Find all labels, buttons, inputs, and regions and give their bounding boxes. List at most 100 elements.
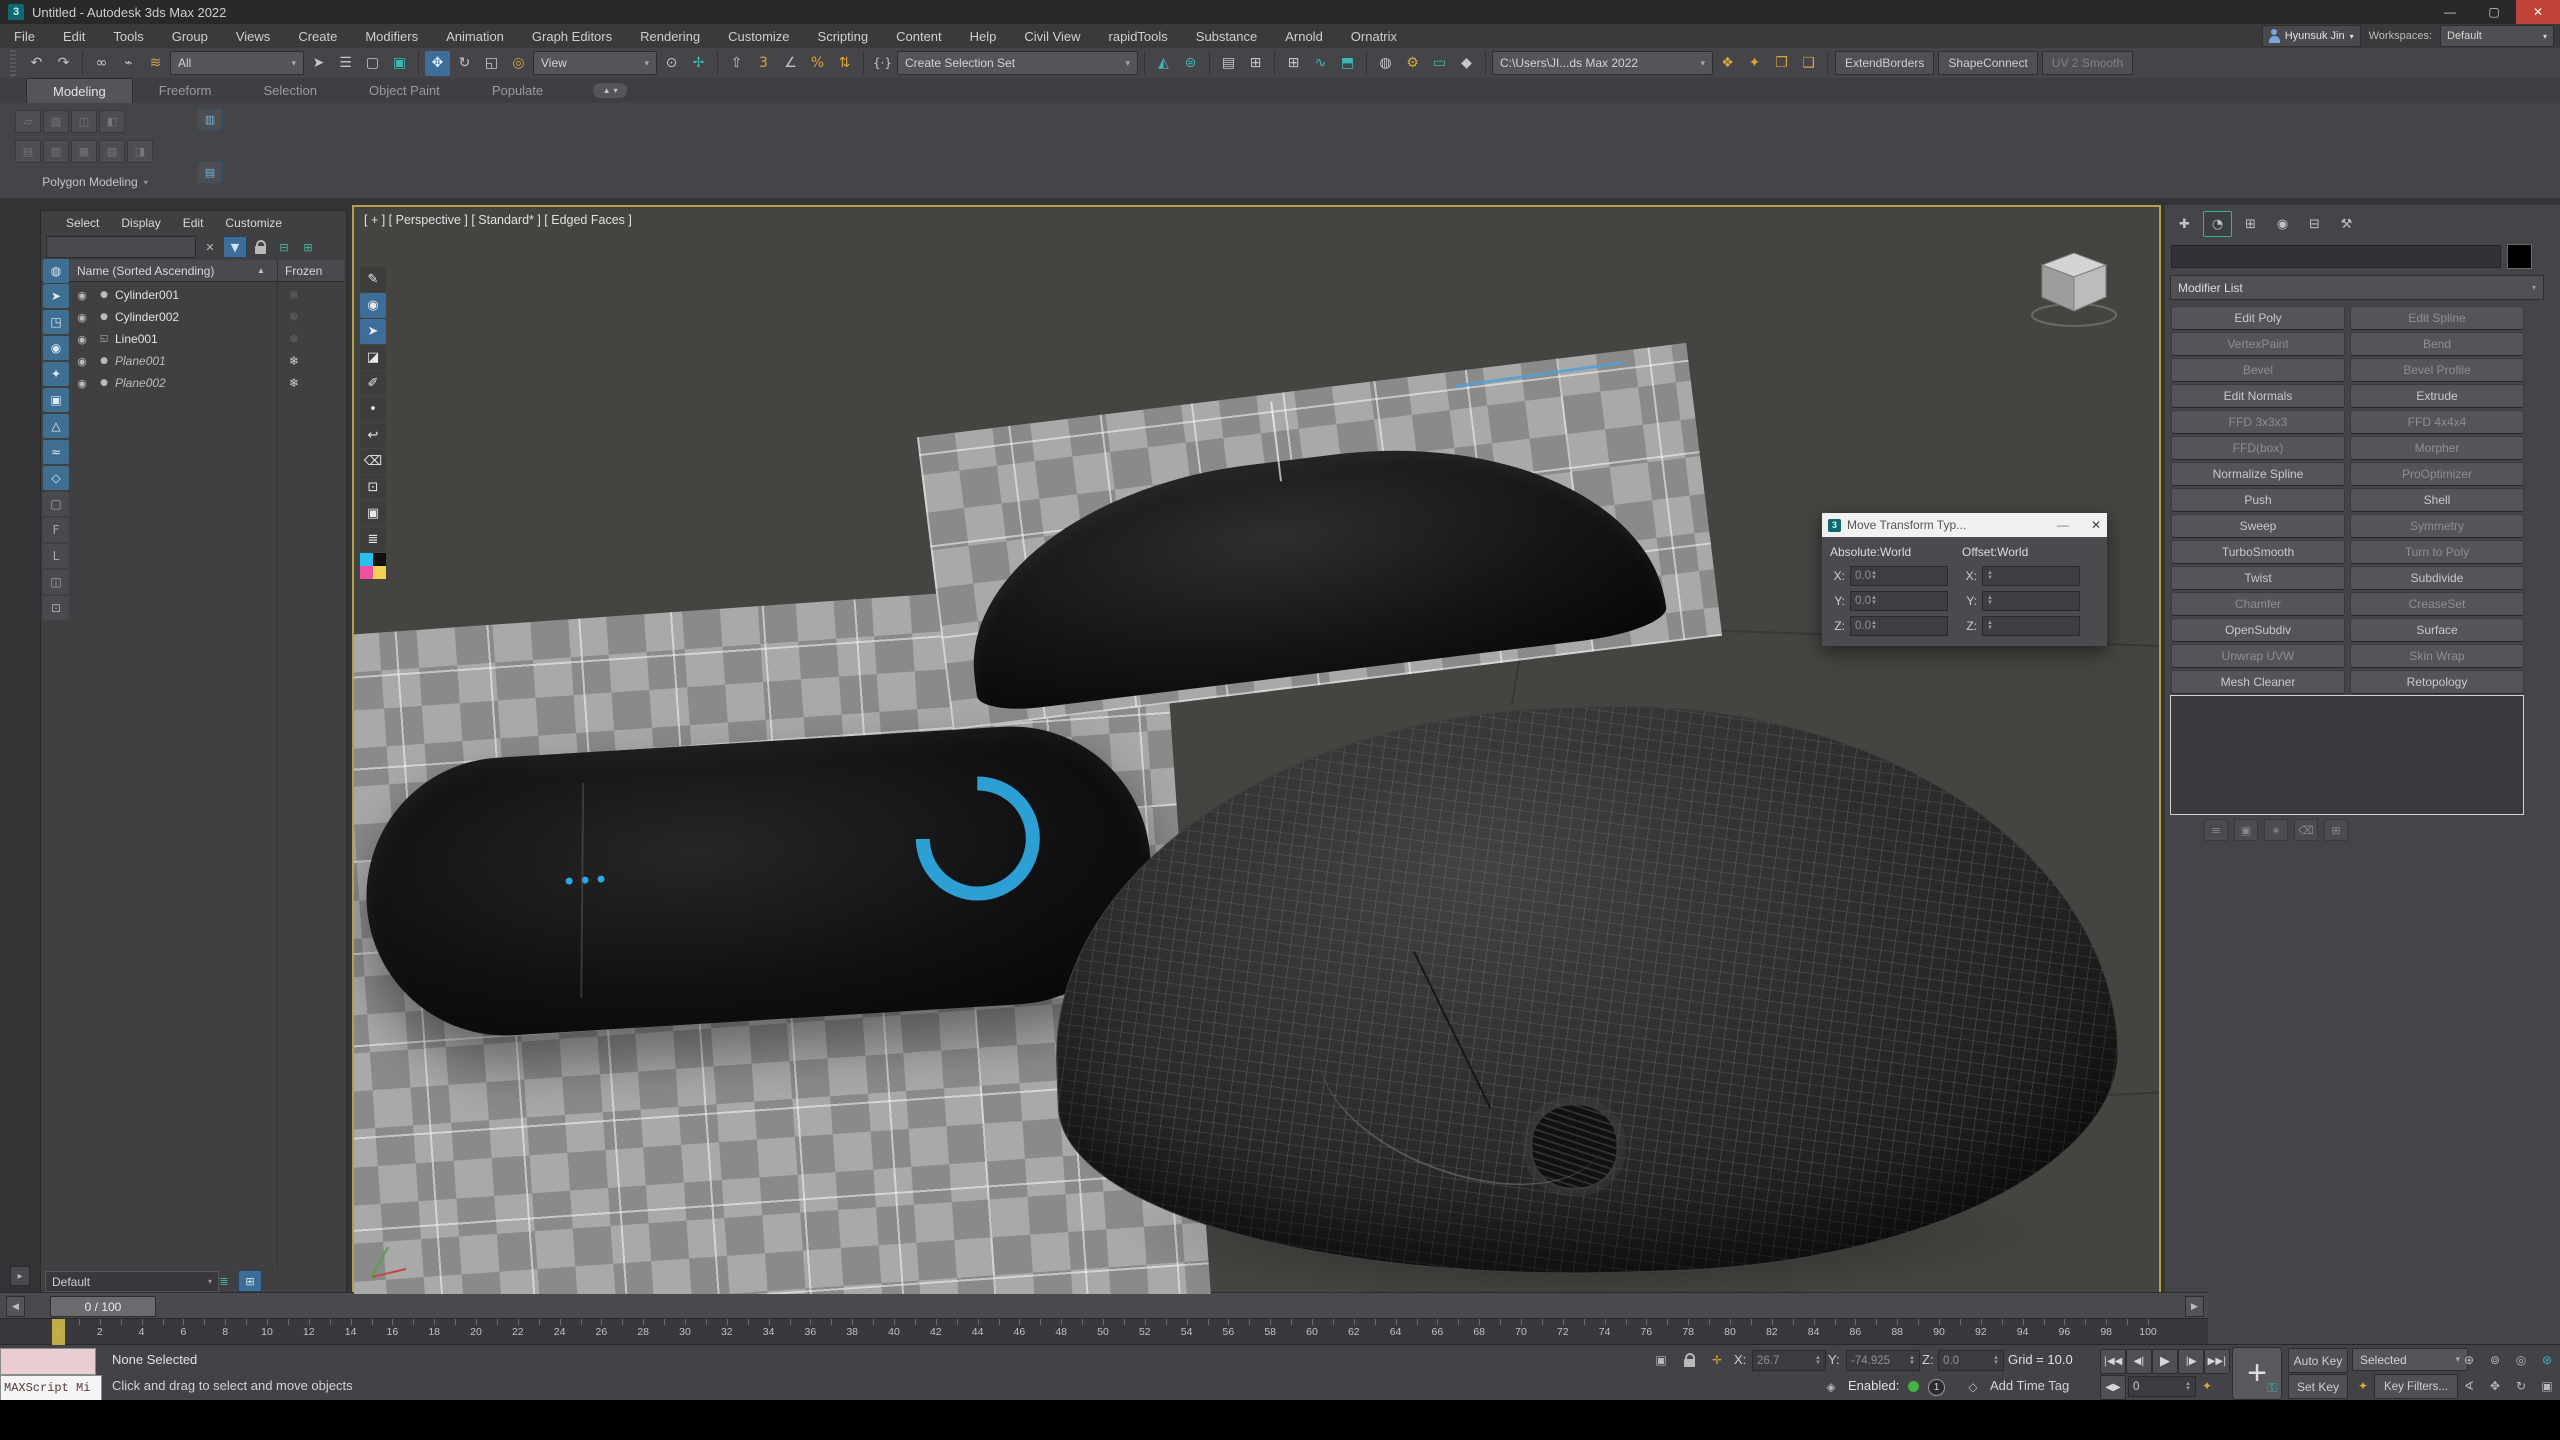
explorer-config-icon[interactable]: ≣ — [213, 1271, 235, 1291]
menu-item[interactable]: Modifiers — [351, 24, 432, 48]
enabled-green-dot[interactable] — [1908, 1381, 1919, 1392]
xref-scene-icon[interactable]: ❑ — [1796, 51, 1821, 76]
expand-tree-icon[interactable]: ⊞ — [297, 237, 319, 257]
window-crossing-icon[interactable]: ▣ — [387, 51, 412, 76]
ribbon-tool-icon[interactable]: ▥ — [43, 140, 69, 163]
zoom-all-icon[interactable]: ⊚ — [2484, 1349, 2506, 1371]
menu-item[interactable]: Views — [222, 24, 284, 48]
ribbon-tool-icon[interactable]: ◨ — [127, 140, 153, 163]
modify-tab-icon[interactable]: ◔ — [2203, 211, 2232, 237]
display-groups-icon[interactable]: ⊡ — [43, 596, 69, 620]
display-geometry-icon[interactable]: ◳ — [43, 310, 69, 334]
menu-item[interactable]: rapidTools — [1095, 24, 1182, 48]
close-button[interactable]: ✕ — [2516, 0, 2560, 24]
color-swatch-cmyk[interactable] — [360, 553, 386, 579]
previous-frame-button[interactable]: ◀| — [2126, 1349, 2152, 1374]
current-frame-field[interactable]: 0▲▼ — [2128, 1376, 2196, 1397]
explorer-layout-icon[interactable]: ⊞ — [238, 1270, 262, 1292]
select-place-icon[interactable]: ◎ — [506, 51, 531, 76]
reply-arrow-icon[interactable]: ↩ — [360, 423, 386, 448]
configure-modifier-sets-icon[interactable]: ⊞ — [2324, 819, 2348, 841]
material-editor-icon[interactable]: ◍ — [1373, 51, 1398, 76]
object-name[interactable]: Cylinder002 — [115, 310, 265, 324]
object-name[interactable]: Plane002 — [115, 376, 265, 390]
scene-explorer-menu-item[interactable]: Edit — [172, 216, 215, 230]
open-mini-curve-editor-button[interactable]: ▸ — [10, 1266, 30, 1286]
modifier-button[interactable]: OpenSubdiv — [2171, 618, 2345, 642]
offset-z-field[interactable]: ▲▼ — [1982, 616, 2080, 636]
key-mode-icon[interactable]: ✦ — [2196, 1375, 2218, 1397]
display-shapes-icon[interactable]: ◉ — [43, 336, 69, 360]
wireframe-mouse-model[interactable] — [1044, 689, 2125, 1293]
object-name[interactable]: Line001 — [115, 332, 265, 346]
display-toggle-header-icon[interactable]: ◍ — [43, 259, 69, 283]
list-item[interactable]: ◉ ● Plane001 ❄ — [71, 350, 344, 372]
display-all-icon[interactable]: ➤ — [43, 284, 69, 308]
display-xref-icon[interactable]: ◫ — [43, 570, 69, 594]
scene-explorer-menu-item[interactable]: Display — [110, 216, 171, 230]
set-key-button[interactable]: Set Key — [2288, 1374, 2348, 1399]
display-helpers-icon[interactable]: △ — [43, 414, 69, 438]
modifier-button[interactable]: Twist — [2171, 566, 2345, 590]
ribbon-tool-icon[interactable]: ▱ — [15, 110, 41, 133]
ribbon-collapse-button[interactable]: ▲ ▾ — [593, 83, 627, 98]
select-manipulate-icon[interactable]: ✢ — [686, 51, 711, 76]
clear-search-icon[interactable]: ✕ — [199, 237, 221, 257]
select-rotate-icon[interactable]: ↻ — [452, 51, 477, 76]
go-to-start-button[interactable]: |◀◀ — [2100, 1349, 2126, 1374]
undo-icon[interactable]: ↶ — [24, 51, 49, 76]
offset-x-field[interactable]: ▲▼ — [1982, 566, 2080, 586]
menu-item[interactable]: File — [0, 24, 49, 48]
explorer-preset-dropdown[interactable]: Default ▾ — [45, 1271, 219, 1292]
absolute-y-field[interactable]: 0.0▲▼ — [1850, 591, 1948, 611]
name-column-header[interactable]: Name (Sorted Ascending) — [77, 264, 214, 278]
orbit-icon[interactable]: ↻ — [2510, 1375, 2532, 1397]
reference-plane-side-view[interactable] — [917, 343, 1722, 730]
menu-item[interactable]: Scripting — [804, 24, 883, 48]
menu-item[interactable]: Arnold — [1271, 24, 1337, 48]
select-scale-icon[interactable]: ◱ — [479, 51, 504, 76]
tab-modeling[interactable]: Modeling — [26, 78, 133, 104]
spinner-snap-icon[interactable]: ⇅ — [832, 51, 857, 76]
modifier-button[interactable]: FFD(box) — [2171, 436, 2345, 460]
rendered-frame-icon[interactable]: ▭ — [1427, 51, 1452, 76]
utilities-tab-icon[interactable]: ⚒ — [2333, 212, 2360, 236]
absolute-z-field[interactable]: 0.0▲▼ — [1850, 616, 1948, 636]
scene-explorer-menu-item[interactable]: Select — [55, 216, 110, 230]
transform-gizmo-icon[interactable]: ✛ — [1706, 1349, 1728, 1371]
monitor-icon[interactable]: ⊡ — [360, 475, 386, 500]
time-slider-track[interactable]: ◀ 0 / 100 ▶ — [0, 1292, 2208, 1319]
account-dropdown[interactable]: Hyunsuk Jin ▾ — [2262, 25, 2361, 47]
list-item[interactable]: ◉ ● Plane002 ❄ — [71, 372, 344, 394]
key-mode-dropdown[interactable]: Selected ▾ — [2352, 1348, 2468, 1371]
field-of-view-icon[interactable]: ∢ — [2458, 1375, 2480, 1397]
curve-editor-icon[interactable]: ∿ — [1308, 51, 1333, 76]
cursor-icon[interactable]: ➤ — [360, 319, 386, 344]
zoom-extents-all-icon[interactable]: ⊛ — [2536, 1349, 2558, 1371]
object-name[interactable]: Cylinder001 — [115, 288, 265, 302]
modifier-button[interactable]: Bend — [2350, 332, 2524, 356]
object-name[interactable]: Plane001 — [115, 354, 265, 368]
viewport-label[interactable]: [ + ] [ Perspective ] [ Standard* ] [ Ed… — [364, 213, 632, 227]
menu-item[interactable]: Graph Editors — [518, 24, 626, 48]
display-containers-icon[interactable]: ▢ — [43, 492, 69, 516]
display-spacewarps-icon[interactable]: ≈ — [43, 440, 69, 464]
menu-item[interactable]: Ornatrix — [1337, 24, 1411, 48]
modifier-button[interactable]: Shell — [2350, 488, 2524, 512]
menu-item[interactable]: Content — [882, 24, 956, 48]
shape-connect-button[interactable]: ShapeConnect — [1938, 51, 2037, 75]
tab-freeform[interactable]: Freeform — [133, 78, 238, 103]
previous-frame-arrow[interactable]: ◀ — [6, 1296, 25, 1317]
tab-object-paint[interactable]: Object Paint — [343, 78, 466, 103]
modifier-button[interactable]: VertexPaint — [2171, 332, 2345, 356]
visibility-eye-icon[interactable]: ◉ — [71, 351, 93, 371]
render-icon[interactable]: ◆ — [1454, 51, 1479, 76]
ribbon-tool-icon[interactable]: ▦ — [71, 140, 97, 163]
macro-recorder-field[interactable] — [0, 1348, 96, 1375]
modifier-button[interactable]: CreaseSet — [2350, 592, 2524, 616]
visibility-eye-icon[interactable]: ◉ — [71, 307, 93, 327]
selection-lock-icon[interactable] — [1678, 1349, 1700, 1371]
visibility-eye-icon[interactable]: ◉ — [71, 285, 93, 305]
next-frame-button[interactable]: |▶ — [2178, 1349, 2204, 1374]
menu-item[interactable]: Rendering — [626, 24, 714, 48]
